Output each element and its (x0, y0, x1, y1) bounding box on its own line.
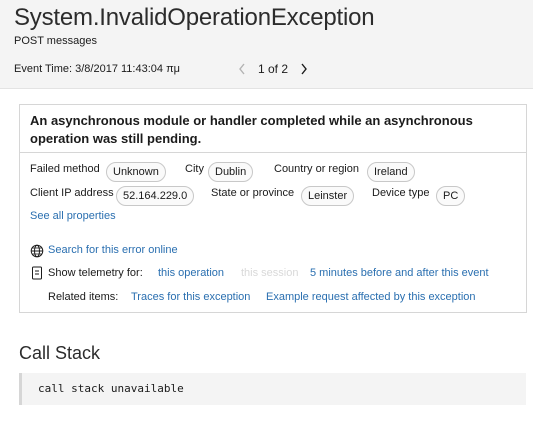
event-pager: 1 of 2 (234, 60, 312, 78)
prop-value-city[interactable]: Dublin (208, 162, 254, 182)
see-all-properties-link[interactable]: See all properties (30, 210, 116, 222)
prop-value-device-type[interactable]: PC (436, 186, 466, 206)
call-stack-content: call stack unavailable (38, 382, 184, 395)
prop-value-country[interactable]: Ireland (367, 162, 415, 182)
call-stack-box: call stack unavailable (19, 373, 526, 405)
example-request-link[interactable]: Example request affected by this excepti… (266, 291, 476, 303)
prop-value-failed-method[interactable]: Unknown (106, 162, 166, 182)
prop-label-failed-method: Failed method (30, 163, 100, 175)
event-header: System.InvalidOperationException POST me… (0, 0, 533, 89)
globe-icon (30, 244, 44, 258)
traces-link[interactable]: Traces for this exception (131, 291, 250, 303)
telemetry-this-operation-link[interactable]: this operation (158, 267, 224, 279)
prop-value-client-ip[interactable]: 52.164.229.0 (116, 186, 195, 206)
show-telemetry-label: Show telemetry for: (48, 267, 143, 279)
search-error-online-link[interactable]: Search for this error online (48, 244, 178, 256)
pager-label: 1 of 2 (258, 62, 289, 76)
prop-label-client-ip: Client IP address (30, 187, 114, 199)
exception-message-header: An asynchronous module or handler comple… (20, 105, 526, 153)
exception-message: An asynchronous module or handler comple… (30, 113, 473, 146)
telemetry-5-minutes-link[interactable]: 5 minutes before and after this event (310, 267, 489, 279)
call-stack-title: Call Stack (19, 343, 101, 363)
prop-label-city: City (185, 163, 204, 175)
exception-card: An asynchronous module or handler comple… (19, 104, 527, 313)
prop-label-device-type: Device type (372, 187, 430, 199)
telemetry-this-session-link: this session (241, 267, 299, 279)
page-title: System.InvalidOperationException (14, 4, 375, 31)
event-time: Event Time: 3/8/2017 11:43:04 πμ (14, 63, 180, 75)
telemetry-icon (30, 266, 44, 280)
prop-label-country: Country or region (274, 163, 359, 175)
chevron-right-icon[interactable] (296, 60, 312, 78)
prop-label-state: State or province (211, 187, 295, 199)
operation-name: POST messages (14, 35, 97, 47)
chevron-left-icon[interactable] (234, 60, 250, 78)
prop-value-state[interactable]: Leinster (301, 186, 355, 206)
related-items-label: Related items: (48, 291, 119, 303)
